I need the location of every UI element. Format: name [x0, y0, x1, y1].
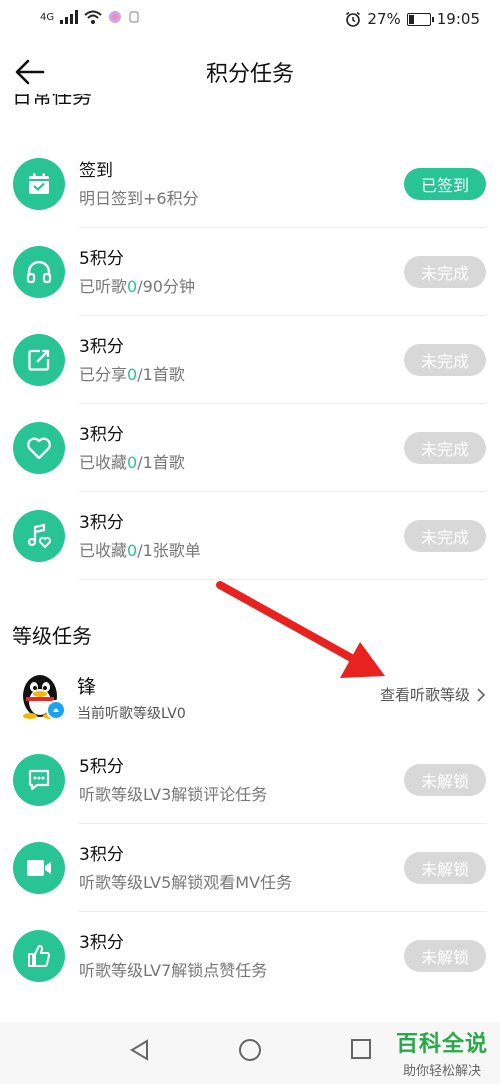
network-type: 4G	[40, 11, 55, 23]
daily-section-title: 日常任务	[12, 94, 92, 108]
watermark-subtitle: 助你轻松解决	[402, 1064, 481, 1079]
alarm-icon	[346, 11, 361, 27]
app-notification-icon	[109, 11, 122, 23]
incomplete-button[interactable]: 未完成	[404, 256, 486, 288]
battery-icon	[406, 12, 434, 26]
daily-task-row: 5积分已听歌0/90分钟 未完成	[0, 228, 500, 316]
task-title: 签到	[79, 161, 113, 181]
task-progress: 已听歌0/90分钟	[79, 277, 195, 296]
task-progress: 已收藏0/1首歌	[79, 453, 185, 472]
watermark-title: 百科全说	[395, 1032, 488, 1057]
task-title: 5积分	[79, 757, 124, 777]
heart-icon	[13, 422, 65, 474]
row-divider	[79, 579, 486, 580]
daily-task-row: 3积分已收藏0/1张歌单 未完成	[0, 492, 500, 580]
chevron-right-icon	[477, 687, 486, 702]
share-icon	[13, 334, 65, 386]
signed-in-button[interactable]: 已签到	[404, 168, 486, 200]
page-title: 积分任务	[205, 62, 294, 87]
battery-fill	[408, 14, 414, 24]
incomplete-button[interactable]: 未完成	[404, 520, 486, 552]
clock: 19:05	[436, 10, 480, 28]
task-progress: 已分享0/1首歌	[79, 365, 185, 384]
progress-count: 0	[127, 541, 138, 560]
calendar-check-icon	[13, 158, 65, 210]
nav-back-icon[interactable]	[128, 1038, 150, 1062]
status-left: 4G	[40, 10, 140, 24]
signal-icon	[60, 10, 79, 24]
level-profile[interactable]: 锋 当前听歌等级LV0 查看听歌等级	[0, 662, 500, 726]
locked-button[interactable]: 未解锁	[404, 764, 486, 796]
music-heart-icon	[13, 510, 65, 562]
wifi-icon	[84, 10, 102, 24]
task-title: 3积分	[79, 425, 124, 445]
status-right: 27% 19:05	[345, 10, 480, 28]
locked-button[interactable]: 未解锁	[404, 852, 486, 884]
locked-button[interactable]: 未解锁	[404, 940, 486, 972]
incomplete-button[interactable]: 未完成	[404, 432, 486, 464]
task-requirement: 听歌等级LV7解锁点赞任务	[79, 961, 268, 980]
headphones-icon	[13, 246, 65, 298]
qq-penguin-avatar	[23, 675, 66, 720]
level-task-row: 3积分听歌等级LV5解锁观看MV任务 未解锁	[0, 824, 500, 912]
progress-count: 0	[127, 453, 138, 472]
header: 积分任务	[0, 44, 500, 100]
profile-level: 当前听歌等级LV0	[77, 706, 186, 722]
battery-percent: 27%	[367, 10, 401, 28]
daily-task-row: 3积分已分享0/1首歌 未完成	[0, 316, 500, 404]
task-progress: 已收藏0/1张歌单	[79, 541, 201, 560]
task-requirement: 听歌等级LV5解锁观看MV任务	[79, 873, 293, 892]
daily-task-row: 签到明日签到+6积分 已签到	[0, 140, 500, 228]
task-title: 3积分	[79, 337, 124, 357]
level-task-row: 3积分听歌等级LV7解锁点赞任务 未解锁	[0, 912, 500, 1000]
task-title: 3积分	[79, 845, 124, 865]
daily-task-row: 3积分已收藏0/1首歌 未完成	[0, 404, 500, 492]
view-level-label: 查看听歌等级	[379, 686, 470, 704]
profile-name: 锋	[77, 676, 97, 698]
watermark: 百科全说 助你轻松解决	[396, 1026, 488, 1079]
view-level-link[interactable]: 查看听歌等级	[380, 684, 486, 705]
task-title: 3积分	[79, 933, 124, 953]
progress-count: 0	[127, 365, 138, 384]
video-icon	[13, 842, 65, 894]
task-title: 5积分	[79, 249, 124, 269]
task-requirement: 听歌等级LV3解锁评论任务	[79, 785, 268, 804]
task-progress: 明日签到+6积分	[79, 189, 199, 208]
nav-recents-icon[interactable]	[350, 1038, 372, 1060]
app-notification-icon-2	[129, 11, 139, 23]
task-title: 3积分	[79, 513, 124, 533]
progress-count: 0	[127, 277, 138, 296]
status-bar: 4G 27% 19:05	[0, 0, 500, 40]
level-task-row: 5积分听歌等级LV3解锁评论任务 未解锁	[0, 736, 500, 824]
comment-icon	[13, 754, 65, 806]
nav-home-icon[interactable]	[238, 1038, 262, 1062]
incomplete-button[interactable]: 未完成	[404, 344, 486, 376]
level-section-title: 等级任务	[12, 624, 92, 648]
thumbs-up-icon	[13, 930, 65, 982]
